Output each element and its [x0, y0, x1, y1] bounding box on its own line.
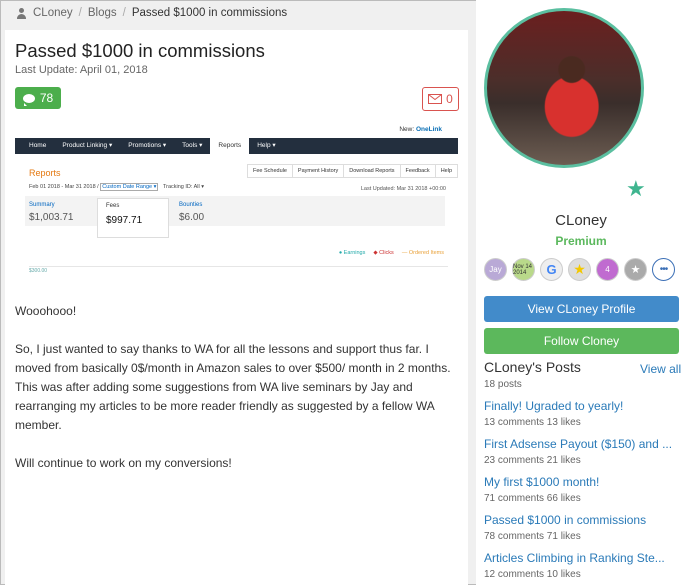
list-item: First Adsense Payout ($150) and ... 23 c… — [484, 437, 684, 475]
new-onelink-notice: New: OneLink — [399, 126, 442, 133]
post-meta: 12 comments 10 likes — [484, 569, 581, 580]
image-report-tabs: Fee Schedule Payment History Download Re… — [246, 164, 458, 178]
image-chart-legend: ● Earnings ◆ Clicks — Ordered Items — [338, 250, 444, 256]
google-badge-icon[interactable]: G — [540, 258, 563, 281]
avatar[interactable] — [484, 8, 644, 168]
comments-button[interactable]: 78 — [15, 87, 61, 109]
post-list: Finally! Ugraded to yearly! 13 comments … — [484, 399, 684, 585]
jay-badge-icon[interactable]: Jay — [484, 258, 507, 281]
breadcrumb: CLoney / Blogs / Passed $1000 in commiss… — [16, 7, 287, 19]
list-item: Articles Climbing in Ranking Ste... 12 c… — [484, 551, 684, 585]
more-badges-icon[interactable]: ••• — [652, 258, 675, 281]
grey-star-badge-icon[interactable]: ★ — [624, 258, 647, 281]
post-paragraph: So, I just wanted to say thanks to WA fo… — [15, 342, 451, 432]
rank-badge-icon[interactable]: 4 — [596, 258, 619, 281]
envelope-icon — [428, 94, 443, 104]
image-reports-title: Reports — [29, 168, 61, 178]
profile-name: CLoney — [555, 212, 607, 229]
message-button[interactable]: 0 — [422, 87, 459, 111]
list-item: My first $1000 month! 71 comments 66 lik… — [484, 475, 684, 513]
view-all-link[interactable]: View all — [640, 362, 681, 376]
post-card: Passed $1000 in commissions Last Update:… — [5, 30, 468, 585]
post-link[interactable]: Articles Climbing in Ranking Ste... — [484, 551, 684, 565]
membership-level: Premium — [555, 234, 607, 248]
comment-count: 78 — [39, 91, 54, 105]
post-link[interactable]: My first $1000 month! — [484, 475, 684, 489]
image-nav-item: Home — [29, 142, 47, 149]
image-chart-axis: $300.00 — [29, 266, 448, 274]
image-summary: Summary $1,003.71 — [29, 202, 74, 223]
post-meta: 71 comments 66 likes — [484, 493, 581, 504]
breadcrumb-current: Passed $1000 in commissions — [131, 7, 288, 19]
list-item: Finally! Ugraded to yearly! 13 comments … — [484, 399, 684, 437]
image-date-range: Feb 01 2018 - Mar 31 2018 / Custom Date … — [29, 183, 205, 191]
image-last-updated: Last Updated: Mar 31 2018 +00:00 — [360, 186, 446, 192]
breadcrumb-separator: / — [78, 7, 82, 19]
last-update: Last Update: April 01, 2018 — [15, 64, 148, 76]
posts-heading: CLoney's Posts — [484, 359, 581, 375]
premium-star-icon: ★ — [626, 176, 646, 201]
user-icon — [16, 7, 27, 19]
follow-button[interactable]: Follow Cloney — [484, 328, 679, 354]
image-nav-item: Reports — [210, 138, 250, 154]
image-nav-bar: Home Product Linking ▾ Promotions ▾ Tool… — [15, 138, 458, 154]
post-body: Wooohooo! So, I just wanted to say thank… — [15, 302, 455, 492]
join-date-badge-icon[interactable]: Nov 14 2014 — [512, 258, 535, 281]
badge-row: Jay Nov 14 2014 G ★ 4 ★ ••• — [484, 258, 675, 281]
post-meta: 23 comments 21 likes — [484, 455, 581, 466]
post-meta: 78 comments 71 likes — [484, 531, 581, 542]
page-title: Passed $1000 in commissions — [15, 40, 265, 61]
post-image: New: OneLink Home Product Linking ▾ Prom… — [15, 116, 458, 284]
image-summary-row — [25, 196, 445, 226]
post-link[interactable]: Passed $1000 in commissions — [484, 513, 684, 527]
breadcrumb-user[interactable]: CLoney — [33, 7, 73, 19]
posts-count: 18 posts — [484, 379, 522, 390]
image-fees: Fees $997.71 — [97, 198, 169, 238]
post-link[interactable]: First Adsense Payout ($150) and ... — [484, 437, 684, 451]
post-paragraph: Wooohooo! — [15, 304, 77, 318]
view-profile-button[interactable]: View CLoney Profile — [484, 296, 679, 322]
image-nav-item: Help ▾ — [257, 142, 276, 149]
post-link[interactable]: Finally! Ugraded to yearly! — [484, 399, 684, 413]
image-nav-item: Tools ▾ — [182, 142, 203, 149]
post-paragraph: Will continue to work on my conversions! — [15, 456, 232, 470]
comment-icon — [22, 93, 35, 106]
image-bounties: Bounties $6.00 — [179, 202, 205, 223]
post-meta: 13 comments 13 likes — [484, 417, 581, 428]
image-nav-item: Promotions ▾ — [128, 142, 167, 149]
breadcrumb-blogs[interactable]: Blogs — [88, 7, 117, 19]
message-count: 0 — [446, 92, 453, 106]
breadcrumb-separator: / — [122, 7, 126, 19]
list-item: Passed $1000 in commissions 78 comments … — [484, 513, 684, 551]
star-badge-icon[interactable]: ★ — [568, 258, 591, 281]
image-nav-item: Product Linking ▾ — [62, 142, 113, 149]
